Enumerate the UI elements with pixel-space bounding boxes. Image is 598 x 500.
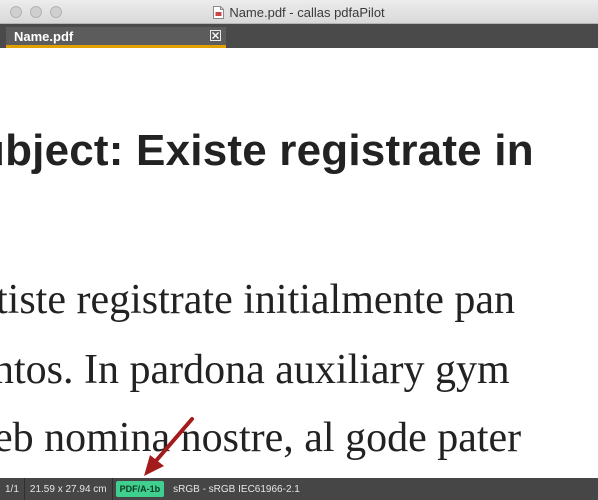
page-size: 21.59 x 27.94 cm	[25, 478, 113, 500]
pdfa-status-badge[interactable]: PDF/A-1b	[115, 481, 165, 497]
status-bar: 1/1 21.59 x 27.94 cm PDF/A-1b sRGB - sRG…	[0, 478, 598, 500]
document-view[interactable]: ubject: Existe registrate in tiste regis…	[0, 48, 598, 478]
tab-name-pdf[interactable]: Name.pdf	[6, 27, 226, 48]
tab-bar: Name.pdf	[0, 24, 598, 48]
document-text-line: ntos. In pardona auxiliary gym	[0, 347, 510, 393]
color-profile: sRGB - sRGB IEC61966-2.1	[173, 483, 300, 495]
document-heading: ubject: Existe registrate in	[0, 126, 534, 175]
pdf-document-icon	[213, 5, 225, 19]
page-indicator: 1/1	[0, 478, 25, 500]
document-text-line: tiste registrate initialmente pan	[0, 277, 515, 323]
window-title-group: Name.pdf - callas pdfaPilot	[0, 0, 598, 24]
app-window: Name.pdf - callas pdfaPilot Name.pdf ubj…	[0, 0, 598, 500]
window-title: Name.pdf - callas pdfaPilot	[229, 4, 385, 20]
title-bar: Name.pdf - callas pdfaPilot	[0, 0, 598, 24]
document-text-line: eb nomina nostre, al gode pater	[0, 415, 522, 461]
tab-label: Name.pdf	[14, 29, 74, 44]
tab-close-button[interactable]	[210, 30, 221, 41]
close-icon	[212, 32, 219, 39]
